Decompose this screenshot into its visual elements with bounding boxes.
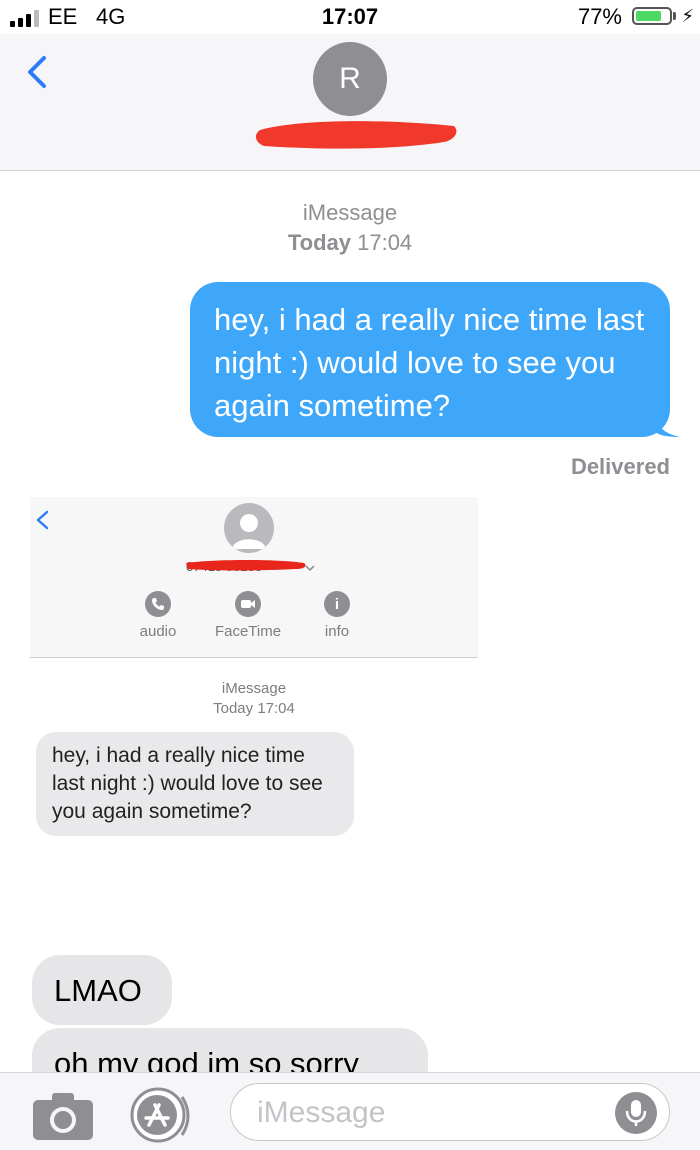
battery-cap [673,12,676,20]
embedded-timestamp: Today 17:04 [213,700,295,717]
conversation-header: R [0,34,700,171]
battery-level-fill [636,11,661,21]
info-icon: i [324,591,350,617]
bubble-tail [654,411,680,437]
message-input[interactable] [255,1092,599,1134]
embedded-contact-number: 07415 00136 [186,555,316,577]
embedded-back-chevron-icon [36,510,49,530]
timestamp-day: Today [287,230,351,255]
number-redaction [186,560,315,572]
back-chevron-icon[interactable] [20,52,60,92]
embedded-message-text: hey, i had a really nice time last night… [52,744,323,823]
info-label: info [324,623,350,640]
app-store-icon[interactable] [130,1087,190,1143]
service-label: iMessage [302,200,398,225]
sent-message-text: hey, i had a really nice time last night… [214,302,645,423]
sent-message-bubble[interactable]: hey, i had a really nice time last night… [190,282,680,437]
received-message-bubble[interactable]: LMAO [32,955,172,1025]
embedded-avatar-icon [224,503,274,553]
phone-icon [145,591,171,617]
timestamp-time: 17:04 [357,230,413,255]
audio-label: audio [139,623,177,640]
conversation-timestamp: Today 17:04 [0,230,700,256]
battery-icon [632,7,672,25]
battery-percent: 77% [577,4,622,29]
embedded-audio-action: audio [118,591,198,640]
embedded-service-label: iMessage [221,680,287,697]
video-icon [235,591,261,617]
embedded-facetime-action: FaceTime [208,591,288,640]
charging-bolt-icon: ⚡ [681,6,694,26]
shared-screenshot-header[interactable]: 07415 00136 audio FaceTime i info [30,497,478,658]
message-input-bar [0,1072,700,1150]
contact-avatar[interactable]: R [313,42,387,116]
status-bar: EE 4G 17:07 77% ⚡ [0,0,700,34]
message-field[interactable] [230,1083,670,1141]
camera-icon[interactable] [32,1091,94,1141]
contact-initial: R [339,62,361,95]
facetime-label: FaceTime [214,623,282,640]
received-message-text: LMAO [54,973,142,1008]
embedded-info-action: i info [297,591,377,640]
delivery-status: Delivered [570,454,670,479]
contact-name-redaction [255,121,457,149]
microphone-icon[interactable] [615,1092,657,1134]
embedded-received-bubble: hey, i had a really nice time last night… [36,732,354,836]
